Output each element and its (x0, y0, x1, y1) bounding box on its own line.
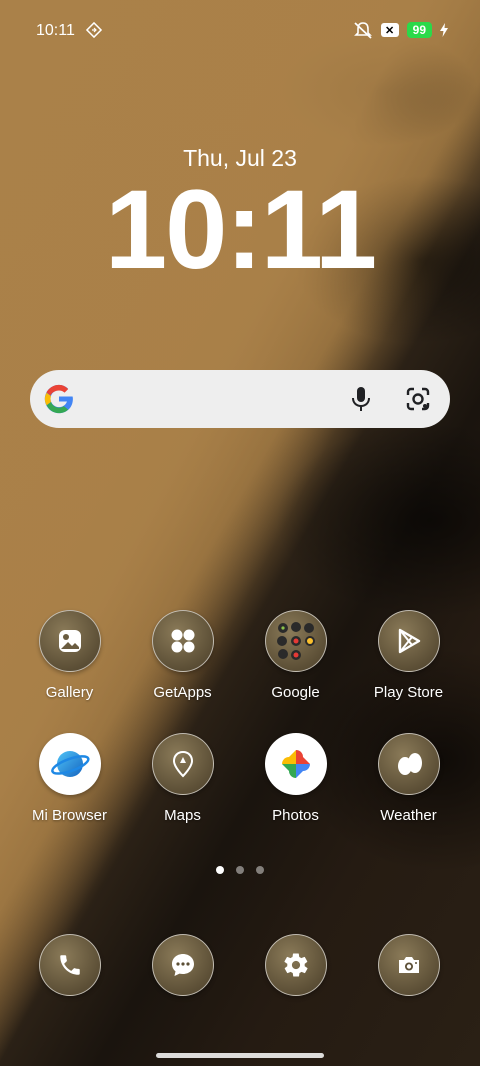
app-label: Weather (380, 807, 437, 824)
app-label: GetApps (153, 684, 212, 701)
app-maps[interactable]: Maps (126, 733, 239, 824)
app-photos[interactable]: Photos (239, 733, 352, 824)
charging-icon (440, 23, 448, 37)
app-play-store[interactable]: Play Store (352, 610, 465, 701)
camera-icon (398, 957, 419, 973)
app-label: Mi Browser (31, 807, 107, 824)
maps-icon (172, 750, 193, 778)
status-time: 10:11 (36, 22, 75, 39)
google-lens-icon[interactable] (404, 385, 432, 413)
mute-bell-icon (353, 22, 372, 39)
page-dot[interactable] (236, 866, 244, 874)
settings-icon (283, 953, 308, 977)
voice-search-icon[interactable] (348, 385, 374, 413)
dock-settings[interactable] (239, 934, 352, 996)
google-logo-icon (44, 384, 73, 414)
app-mi-browser[interactable]: Mi Browser (13, 733, 126, 824)
app-label: Google (271, 684, 320, 701)
dock-phone[interactable] (13, 934, 126, 996)
app-label: Photos (272, 807, 319, 824)
app-label: Maps (164, 807, 201, 824)
messages-icon (171, 954, 194, 976)
photos-icon (281, 750, 310, 778)
status-bar: 10:11 ✕ 99 (0, 0, 480, 60)
location-icon (86, 22, 102, 38)
page-dot[interactable] (256, 866, 264, 874)
app-folder-google[interactable]: Google (239, 610, 352, 701)
mi-browser-icon (50, 751, 90, 777)
weather-icon (397, 753, 422, 775)
app-gallery[interactable]: Gallery (13, 610, 126, 701)
app-weather[interactable]: Weather (352, 733, 465, 824)
app-getapps[interactable]: GetApps (126, 610, 239, 701)
dock-camera[interactable] (352, 934, 465, 996)
page-indicator (0, 866, 480, 874)
play-store-icon (398, 628, 420, 654)
gallery-icon (58, 630, 81, 652)
app-label: Play Store (373, 684, 444, 701)
google-folder-icon (276, 622, 315, 660)
battery-level: 99 (406, 22, 432, 38)
google-search-bar[interactable] (30, 370, 450, 428)
page-dot-active[interactable] (216, 866, 224, 874)
getapps-icon (171, 629, 194, 653)
app-label: Gallery (45, 684, 94, 701)
phone-icon (59, 955, 80, 975)
dock-messages[interactable] (126, 934, 239, 996)
notification-x-icon: ✕ (380, 23, 399, 37)
clock-widget[interactable]: 10:11 (0, 170, 480, 290)
home-indicator[interactable] (156, 1053, 324, 1058)
